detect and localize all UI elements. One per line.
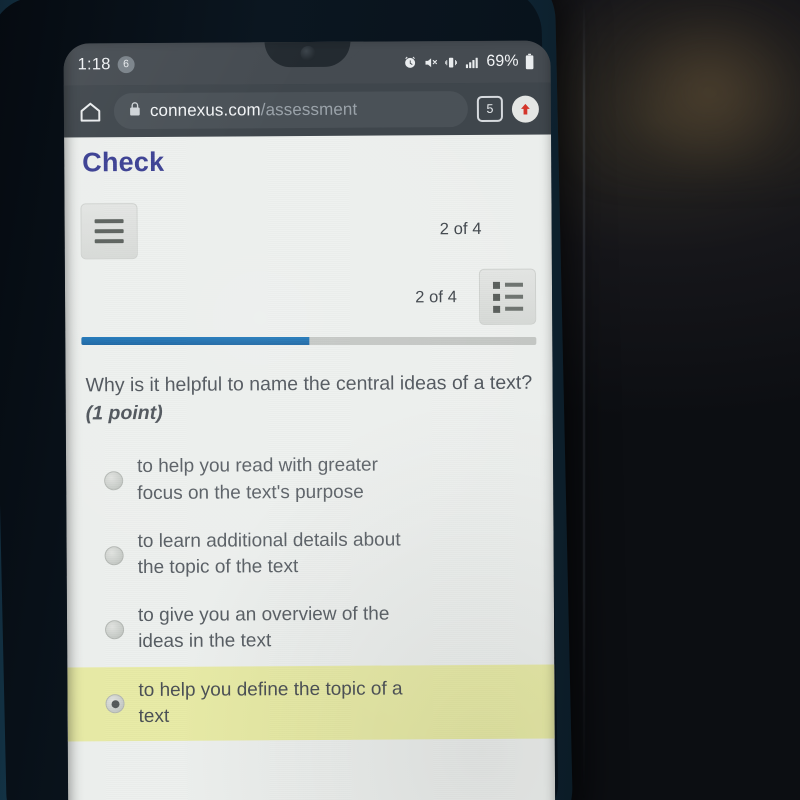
question-prompt: Why is it helpful to name the central id… — [85, 371, 533, 397]
progress-bar — [81, 337, 537, 346]
assessment-page: Check 2 of 4 2 of 4 Why is it helpful to… — [64, 134, 556, 800]
status-time: 1:18 — [77, 54, 111, 73]
camera-notch — [263, 40, 351, 68]
hamburger-menu-button[interactable] — [80, 203, 138, 260]
page-title: Check — [82, 146, 165, 178]
url-path: /assessment — [260, 99, 358, 120]
mute-icon — [423, 55, 438, 70]
front-camera-icon — [300, 45, 316, 62]
battery-percent: 69% — [486, 52, 519, 70]
question-counter-bottom: 2 of 4 — [415, 287, 458, 306]
answer-option[interactable]: to learn additional details about the to… — [66, 515, 553, 592]
url-text: connexus.com/assessment — [150, 100, 357, 121]
radio-button[interactable] — [104, 545, 124, 565]
answer-option[interactable]: to help you read with greater focus on t… — [66, 441, 553, 518]
tab-counter-button[interactable]: 5 — [476, 95, 503, 122]
radio-button[interactable] — [104, 471, 124, 491]
alarm-icon — [402, 55, 417, 70]
answer-options-list: to help you read with greater focus on t… — [66, 441, 555, 742]
url-bar[interactable]: connexus.com/assessment — [113, 91, 469, 130]
browser-toolbar: connexus.com/assessment 5 — [63, 82, 552, 138]
backdrop-glow — [560, 0, 800, 180]
assessment-nav-row-bottom: 2 of 4 — [65, 266, 552, 331]
question-counter-top: 2 of 4 — [439, 219, 482, 238]
hamburger-menu-icon — [94, 219, 124, 244]
radio-button[interactable] — [105, 620, 125, 640]
signal-bars-icon — [463, 54, 480, 69]
question-list-button[interactable] — [478, 268, 537, 325]
backdrop-seam — [583, 0, 585, 800]
battery-icon — [525, 53, 535, 70]
android-status-bar: 1:18 6 69% — [63, 40, 551, 86]
phone-screen: 1:18 6 69% connexus.com/assessment 5 Che… — [63, 40, 556, 800]
answer-option-label: to help you read with greater focus on t… — [137, 454, 378, 504]
answer-option-label: to learn additional details about the to… — [137, 529, 401, 579]
question-text: Why is it helpful to name the central id… — [86, 370, 535, 428]
radio-button-selected[interactable] — [105, 694, 125, 714]
answer-option[interactable]: to give you an overview of the ideas in … — [67, 590, 554, 667]
question-points: (1 point) — [85, 401, 163, 425]
up-arrow-icon[interactable] — [511, 95, 539, 123]
vibrate-icon — [444, 55, 457, 70]
lock-icon — [128, 101, 142, 122]
notification-count-badge: 6 — [117, 55, 135, 73]
photograph-of-phone: 1:18 6 69% connexus.com/assessment 5 Che… — [0, 0, 800, 800]
assessment-nav-row-top: 2 of 4 — [64, 198, 551, 263]
url-host: connexus.com — [149, 100, 261, 120]
progress-bar-fill — [81, 337, 309, 346]
answer-option[interactable]: to help you define the topic of a text — [67, 664, 555, 742]
home-icon[interactable] — [75, 96, 105, 126]
answer-option-label: to give you an overview of the ideas in … — [137, 603, 390, 653]
bulleted-list-icon — [492, 281, 523, 313]
answer-option-label: to help you define the topic of a text — [138, 678, 403, 727]
